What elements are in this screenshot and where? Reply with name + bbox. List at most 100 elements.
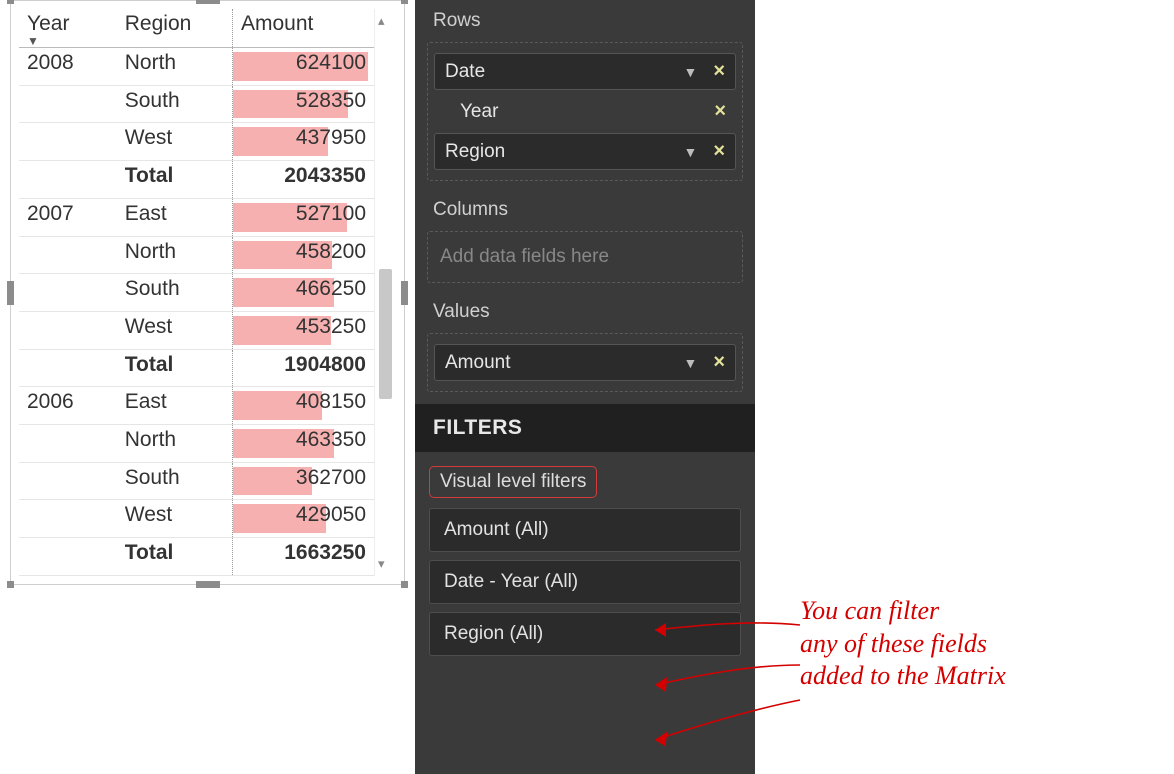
filter-item-date-year[interactable]: Date - Year (All) — [429, 560, 741, 604]
amount-value: 453250 — [296, 315, 366, 338]
header-amount[interactable]: Amount — [233, 9, 375, 48]
field-pill-amount[interactable]: Amount ▼ × — [434, 344, 736, 381]
close-icon[interactable]: × — [714, 100, 726, 123]
resize-handle[interactable] — [7, 0, 14, 4]
close-icon[interactable]: × — [713, 60, 725, 83]
cell-total-amount: 2043350 — [233, 161, 375, 199]
cell-total-amount: 1904800 — [233, 349, 375, 387]
field-pill-label: Date — [445, 61, 683, 83]
matrix-table: Year ▼ Region Amount 2008North624100Sout… — [19, 9, 374, 576]
table-row[interactable]: 2006East408150 — [19, 387, 374, 425]
resize-handle[interactable] — [7, 281, 14, 305]
visual-level-filters-wrap: Visual level filters — [429, 466, 741, 498]
sort-desc-icon: ▼ — [27, 38, 109, 44]
cell-amount: 466250 — [233, 274, 375, 312]
table-row[interactable]: 2008North624100 — [19, 48, 374, 86]
resize-handle[interactable] — [401, 281, 408, 305]
amount-value: 528350 — [296, 89, 366, 112]
annotation-arrows — [640, 600, 820, 770]
cell-year — [19, 274, 117, 312]
field-pill-label: Year — [460, 101, 708, 123]
annotation-line: any of these fields — [800, 629, 987, 658]
annotation-text: You can filter any of these fields added… — [800, 595, 1160, 693]
close-icon[interactable]: × — [713, 351, 725, 374]
rows-drop-zone[interactable]: Date ▼ × Year × Region ▼ × — [427, 42, 743, 181]
amount-value: 624100 — [296, 51, 366, 74]
columns-label: Columns — [415, 193, 755, 227]
scroll-down-icon[interactable]: ▾ — [378, 556, 385, 572]
cell-region: North — [117, 425, 233, 463]
header-year[interactable]: Year ▼ — [19, 9, 117, 48]
table-row[interactable]: South466250 — [19, 274, 374, 312]
table-row[interactable]: South362700 — [19, 462, 374, 500]
table-row-total[interactable]: Total2043350 — [19, 161, 374, 199]
amount-value: 429050 — [296, 503, 366, 526]
table-row[interactable]: North 463350 — [19, 425, 374, 463]
cell-year — [19, 500, 117, 538]
resize-handle[interactable] — [7, 581, 14, 588]
close-icon[interactable]: × — [713, 140, 725, 163]
cell-region: West — [117, 500, 233, 538]
columns-drop-zone[interactable]: Add data fields here — [427, 231, 743, 283]
visual-level-filters-label[interactable]: Visual level filters — [429, 466, 597, 498]
table-row[interactable]: 2007East527100 — [19, 198, 374, 236]
table-row[interactable]: West437950 — [19, 123, 374, 161]
header-region[interactable]: Region — [117, 9, 233, 48]
matrix-inner: Year ▼ Region Amount 2008North624100Sout… — [19, 9, 396, 576]
cell-year: 2007 — [19, 198, 117, 236]
field-pill-label: Amount — [445, 352, 683, 374]
resize-handle[interactable] — [196, 581, 220, 588]
cell-year — [19, 85, 117, 123]
table-scrollbar[interactable]: ▴ ▾ — [374, 9, 396, 576]
table-row[interactable]: West453250 — [19, 311, 374, 349]
chevron-down-icon[interactable]: ▼ — [683, 64, 697, 80]
values-drop-zone[interactable]: Amount ▼ × — [427, 333, 743, 392]
resize-handle[interactable] — [401, 0, 408, 4]
cell-year — [19, 349, 117, 387]
cell-total-label: Total — [117, 161, 233, 199]
resize-handle[interactable] — [196, 0, 220, 4]
table-row-total[interactable]: Total1663250 — [19, 538, 374, 576]
cell-year — [19, 236, 117, 274]
filters-header: FILTERS — [415, 404, 755, 452]
annotation-line: You can filter — [800, 596, 939, 625]
cell-amount: 437950 — [233, 123, 375, 161]
cell-year — [19, 425, 117, 463]
cell-region: South — [117, 85, 233, 123]
cell-amount: 429050 — [233, 500, 375, 538]
table-row-total[interactable]: Total1904800 — [19, 349, 374, 387]
scroll-up-icon[interactable]: ▴ — [378, 13, 385, 29]
cell-total-amount: 1663250 — [233, 538, 375, 576]
field-pill-region[interactable]: Region ▼ × — [434, 133, 736, 170]
cell-year — [19, 123, 117, 161]
amount-value: 437950 — [296, 126, 366, 149]
cell-region: East — [117, 198, 233, 236]
values-label: Values — [415, 295, 755, 329]
cell-amount: 458200 — [233, 236, 375, 274]
chevron-down-icon[interactable]: ▼ — [683, 355, 697, 371]
table-row[interactable]: South 528350 — [19, 85, 374, 123]
cell-amount: 624100 — [233, 48, 375, 86]
field-pill-date[interactable]: Date ▼ × — [434, 53, 736, 90]
matrix-frame: Year ▼ Region Amount 2008North624100Sout… — [10, 0, 405, 585]
cell-amount: 453250 — [233, 311, 375, 349]
amount-value: 463350 — [296, 428, 366, 451]
filter-item-amount[interactable]: Amount (All) — [429, 508, 741, 552]
cell-region: East — [117, 387, 233, 425]
cell-total-label: Total — [117, 349, 233, 387]
resize-handle[interactable] — [401, 581, 408, 588]
matrix-visual[interactable]: Year ▼ Region Amount 2008North624100Sout… — [10, 0, 405, 600]
rows-label: Rows — [415, 4, 755, 38]
chevron-down-icon[interactable]: ▼ — [683, 144, 697, 160]
annotation-line: added to the Matrix — [800, 661, 1006, 690]
cell-amount: 362700 — [233, 462, 375, 500]
scroll-thumb[interactable] — [379, 269, 392, 399]
table-row[interactable]: West 429050 — [19, 500, 374, 538]
cell-amount: 408150 — [233, 387, 375, 425]
table-row[interactable]: North458200 — [19, 236, 374, 274]
cell-year: 2006 — [19, 387, 117, 425]
cell-year — [19, 311, 117, 349]
cell-region: South — [117, 274, 233, 312]
field-pill-year[interactable]: Year × — [434, 94, 736, 129]
cell-region: South — [117, 462, 233, 500]
